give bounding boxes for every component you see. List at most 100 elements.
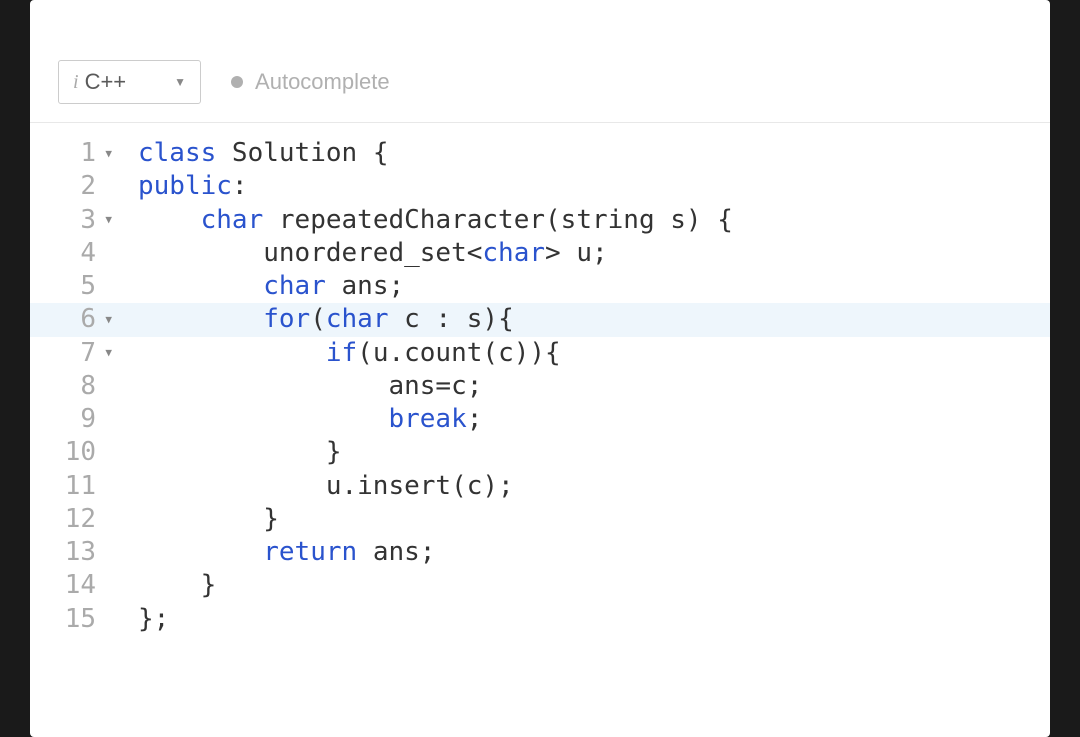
line-number: 2 [80,170,96,203]
code-token: )){ [514,338,561,368]
line-gutter[interactable]: 1▼ [30,137,120,170]
code-token: ( [451,471,467,501]
code-token: c [404,304,435,334]
line-number: 3 [80,204,96,237]
code-content[interactable]: char repeatedCharacter(string s) { [120,204,733,237]
code-token: ( [310,304,326,334]
code-line[interactable]: 10 } [30,436,1050,469]
line-gutter[interactable]: 9 [30,403,120,436]
code-token: Solution [232,138,373,168]
code-token: s [467,304,483,334]
code-token: string [561,205,671,235]
line-gutter[interactable]: 14 [30,569,120,602]
editor-toolbar: i C++ ▼ Autocomplete [30,40,1050,123]
code-line[interactable]: 5 char ans; [30,270,1050,303]
line-number: 5 [80,270,96,303]
code-token: ; [592,238,608,268]
code-content[interactable]: ans=c; [120,370,482,403]
code-token: c [467,471,483,501]
code-token: < [467,238,483,268]
code-token: c [451,371,467,401]
code-token: ; [388,271,404,301]
code-line[interactable]: 13 return ans; [30,536,1050,569]
line-number: 1 [80,137,96,170]
fold-caret-icon[interactable]: ▼ [100,346,112,360]
line-gutter[interactable]: 11 [30,470,120,503]
line-number: 15 [65,603,96,636]
code-token: ){ [482,304,513,334]
code-token: }; [138,604,169,634]
code-token: char [201,205,279,235]
line-gutter[interactable]: 5 [30,270,120,303]
code-token: . [342,471,358,501]
line-gutter[interactable]: 4 [30,237,120,270]
fold-caret-icon[interactable]: ▼ [100,147,112,161]
code-line[interactable]: 1▼class Solution { [30,137,1050,170]
code-line[interactable]: 11 u.insert(c); [30,470,1050,503]
line-gutter[interactable]: 15 [30,603,120,636]
code-token: break [388,404,466,434]
line-gutter[interactable]: 8 [30,370,120,403]
code-token: class [138,138,232,168]
code-line[interactable]: 9 break; [30,403,1050,436]
code-content[interactable]: for(char c : s){ [120,303,514,336]
code-token: ans [373,537,420,567]
code-token: ans [388,371,435,401]
code-content[interactable]: } [120,569,216,602]
code-content[interactable]: } [120,503,279,536]
code-token: = [435,371,451,401]
code-token: > [545,238,576,268]
code-token: if [326,338,357,368]
code-content[interactable]: break; [120,403,482,436]
line-gutter[interactable]: 12 [30,503,120,536]
code-token: } [326,437,342,467]
code-content[interactable]: } [120,436,342,469]
fold-caret-icon[interactable]: ▼ [100,313,112,327]
language-selector[interactable]: i C++ ▼ [58,60,201,104]
code-area[interactable]: 1▼class Solution {2public:3▼ char repeat… [30,123,1050,656]
code-token: unordered_set [263,238,467,268]
code-line[interactable]: 15}; [30,603,1050,636]
autocomplete-toggle[interactable]: Autocomplete [231,69,390,95]
line-gutter[interactable]: 3▼ [30,204,120,237]
code-content[interactable]: class Solution { [120,137,388,170]
line-number: 9 [80,403,96,436]
info-icon: i [73,71,79,94]
line-number: 12 [65,503,96,536]
code-content[interactable]: char ans; [120,270,404,303]
code-line[interactable]: 3▼ char repeatedCharacter(string s) { [30,204,1050,237]
language-label: C++ [85,69,127,95]
code-content[interactable]: if(u.count(c)){ [120,337,561,370]
code-line[interactable]: 7▼ if(u.count(c)){ [30,337,1050,370]
line-gutter[interactable]: 13 [30,536,120,569]
code-content[interactable]: }; [120,603,169,636]
code-line[interactable]: 12 } [30,503,1050,536]
code-token: : [435,304,466,334]
code-content[interactable]: public: [120,170,248,203]
code-content[interactable]: return ans; [120,536,435,569]
line-number: 10 [65,436,96,469]
code-line[interactable]: 2 public: [30,170,1050,203]
code-token: . [388,338,404,368]
code-token: repeatedCharacter [279,205,545,235]
line-number: 8 [80,370,96,403]
code-content[interactable]: unordered_set<char> u; [120,237,608,270]
line-gutter[interactable]: 10 [30,436,120,469]
code-token: ( [357,338,373,368]
line-number: 6 [80,303,96,336]
line-number: 11 [65,470,96,503]
code-line[interactable]: 14 } [30,569,1050,602]
line-number: 14 [65,569,96,602]
code-token: ) { [686,205,733,235]
code-line[interactable]: 8 ans=c; [30,370,1050,403]
code-content[interactable]: u.insert(c); [120,470,514,503]
fold-caret-icon[interactable]: ▼ [100,213,112,227]
code-token: count [404,338,482,368]
line-gutter[interactable]: 7▼ [30,337,120,370]
code-line[interactable]: 6▼ for(char c : s){ [30,303,1050,336]
line-gutter[interactable]: 2 [30,170,120,203]
line-number: 7 [80,337,96,370]
code-token: return [263,537,373,567]
code-line[interactable]: 4 unordered_set<char> u; [30,237,1050,270]
line-gutter[interactable]: 6▼ [30,303,120,336]
